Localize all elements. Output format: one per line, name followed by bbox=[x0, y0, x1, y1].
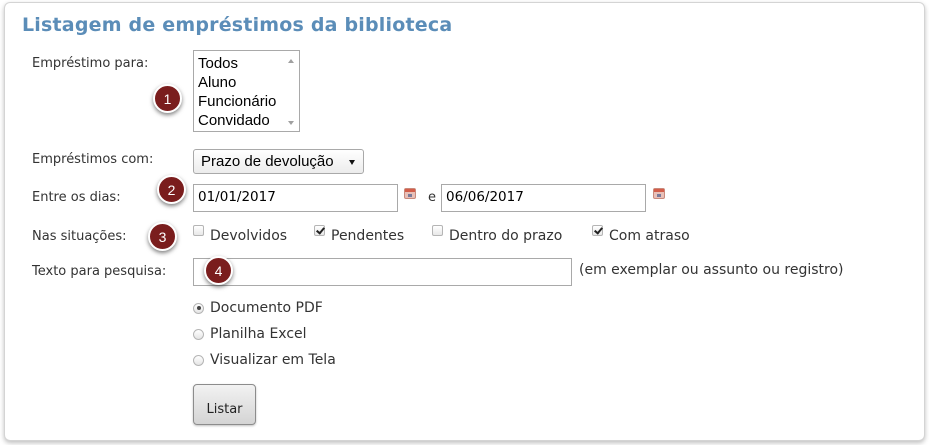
emprestimo-para-label: Empréstimo para: bbox=[32, 56, 149, 71]
start-date-input[interactable]: 01/01/2017 bbox=[193, 184, 398, 212]
page-title: Listagem de empréstimos da biblioteca bbox=[22, 14, 453, 36]
chevron-down-icon bbox=[349, 160, 355, 165]
checkbox-dentro-do-prazo-label: Dentro do prazo bbox=[449, 228, 563, 244]
end-date-calendar-icon[interactable] bbox=[653, 188, 665, 199]
scroll-down-arrow-icon[interactable] bbox=[288, 121, 294, 125]
step-marker-1: 1 bbox=[153, 84, 182, 113]
checkbox-pendentes[interactable]: Pendentes bbox=[314, 224, 405, 244]
checkbox-com-atraso[interactable]: Com atraso bbox=[592, 224, 690, 244]
checkbox-devolvidos-label: Devolvidos bbox=[210, 228, 288, 244]
radio-documento-pdf-button[interactable] bbox=[193, 302, 204, 314]
checkbox-com-atraso-label: Com atraso bbox=[609, 228, 690, 244]
step-marker-3: 3 bbox=[148, 222, 177, 251]
option-todos[interactable]: Todos bbox=[198, 54, 238, 73]
checkbox-pendentes-label: Pendentes bbox=[331, 228, 405, 244]
checkbox-pendentes-box[interactable] bbox=[314, 224, 325, 236]
option-funcionario[interactable]: Funcionário bbox=[198, 92, 276, 111]
radio-visualizar-tela-label: Visualizar em Tela bbox=[210, 352, 336, 368]
checkbox-devolvidos-box[interactable] bbox=[193, 224, 204, 236]
emprestimos-com-value: Prazo de devolução bbox=[201, 153, 334, 170]
step-marker-4: 4 bbox=[204, 256, 233, 285]
end-date-input[interactable]: 06/06/2017 bbox=[441, 184, 646, 212]
step-marker-2: 2 bbox=[157, 175, 186, 204]
entre-dias-label: Entre os dias: bbox=[32, 190, 121, 205]
listar-button[interactable]: Listar bbox=[193, 384, 256, 425]
search-hint: (em exemplar ou assunto ou registro) bbox=[579, 262, 844, 278]
date-separator: e bbox=[428, 190, 436, 205]
emprestimo-para-listbox[interactable]: Todos Aluno Funcionário Convidado bbox=[193, 50, 300, 132]
option-aluno[interactable]: Aluno bbox=[198, 73, 236, 92]
search-input[interactable] bbox=[193, 258, 572, 286]
emprestimos-com-select[interactable]: Prazo de devolução bbox=[193, 149, 364, 174]
checkbox-com-atraso-box[interactable] bbox=[592, 224, 603, 236]
emprestimos-com-label: Empréstimos com: bbox=[32, 152, 154, 167]
radio-documento-pdf[interactable]: Documento PDF bbox=[193, 300, 323, 316]
radio-documento-pdf-label: Documento PDF bbox=[210, 300, 323, 316]
radio-planilha-excel-label: Planilha Excel bbox=[210, 326, 307, 342]
texto-pesquisa-label: Texto para pesquisa: bbox=[32, 264, 167, 279]
listbox-scrollbar[interactable] bbox=[284, 51, 299, 131]
radio-visualizar-tela[interactable]: Visualizar em Tela bbox=[193, 352, 336, 368]
checkbox-devolvidos[interactable]: Devolvidos bbox=[193, 224, 288, 244]
checkbox-dentro-do-prazo-box[interactable] bbox=[432, 224, 443, 236]
situacoes-label: Nas situações: bbox=[32, 229, 127, 244]
radio-visualizar-tela-button[interactable] bbox=[193, 354, 204, 366]
radio-planilha-excel-button[interactable] bbox=[193, 328, 204, 340]
checkbox-dentro-do-prazo[interactable]: Dentro do prazo bbox=[432, 224, 563, 244]
option-convidado[interactable]: Convidado bbox=[198, 111, 270, 130]
scroll-up-arrow-icon[interactable] bbox=[288, 59, 294, 63]
start-date-calendar-icon[interactable] bbox=[404, 188, 416, 199]
radio-planilha-excel[interactable]: Planilha Excel bbox=[193, 326, 307, 342]
